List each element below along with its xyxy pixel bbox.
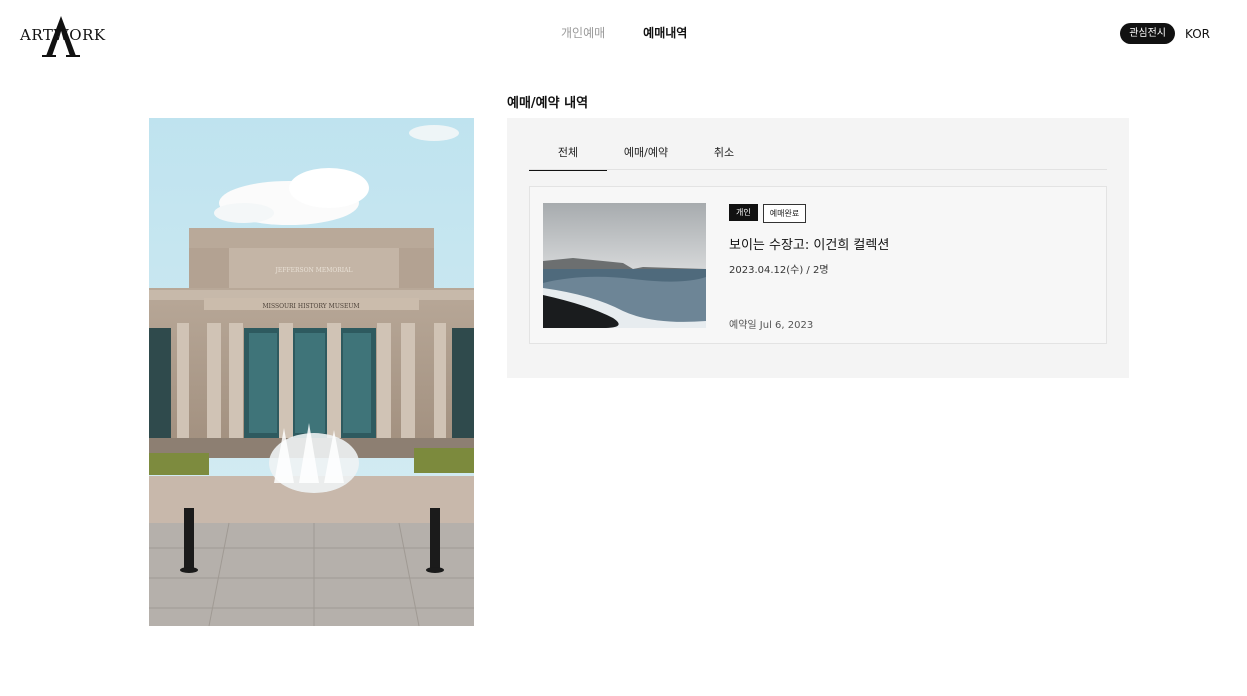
artwork-logo[interactable]: ARTWORK <box>20 12 106 58</box>
tab-all[interactable]: 전체 <box>529 144 607 171</box>
museum-photo: JEFFERSON MEMORIAL MISSOURI HISTORY MUSE… <box>149 118 474 626</box>
tab-cancelled[interactable]: 취소 <box>685 144 763 170</box>
badge-group: 개인 예매완료 <box>729 204 807 223</box>
svg-text:MISSOURI HISTORY MUSEUM: MISSOURI HISTORY MUSEUM <box>262 303 359 310</box>
header-actions: 관심전시 KOR <box>1120 23 1210 44</box>
tab-booking-reservation[interactable]: 예매/예약 <box>607 144 685 170</box>
favorites-button[interactable]: 관심전시 <box>1120 23 1175 44</box>
booking-card[interactable]: 개인 예매완료 보이는 수장고: 이건희 컬렉션 2023.04.12(수) /… <box>529 186 1107 344</box>
nav-personal-booking[interactable]: 개인예매 <box>561 24 605 41</box>
main-nav: 개인예매 예매내역 <box>561 24 687 41</box>
logo-text: ARTWORK <box>20 26 106 44</box>
exhibition-title[interactable]: 보이는 수장고: 이건희 컬렉션 <box>729 234 889 253</box>
page-title: 예매/예약 내역 <box>507 96 589 111</box>
status-badge: 예매완료 <box>762 204 807 223</box>
language-selector[interactable]: KOR <box>1185 27 1210 41</box>
exhibition-thumbnail[interactable] <box>543 203 706 328</box>
site-header: ARTWORK 개인예매 예매내역 관심전시 KOR <box>0 0 1247 70</box>
svg-text:JEFFERSON MEMORIAL: JEFFERSON MEMORIAL <box>275 267 353 274</box>
nav-booking-history[interactable]: 예매내역 <box>643 24 687 41</box>
booking-history-panel: 전체 예매/예약 취소 개인 예매완료 보이는 수장고: 이건희 컬렉션 202… <box>507 118 1129 378</box>
visit-date-people: 2023.04.12(수) / 2명 <box>729 265 829 276</box>
type-badge: 개인 <box>729 204 758 221</box>
filter-tabs: 전체 예매/예약 취소 <box>529 144 1107 171</box>
reservation-date: 예약일 Jul 6, 2023 <box>729 320 814 331</box>
